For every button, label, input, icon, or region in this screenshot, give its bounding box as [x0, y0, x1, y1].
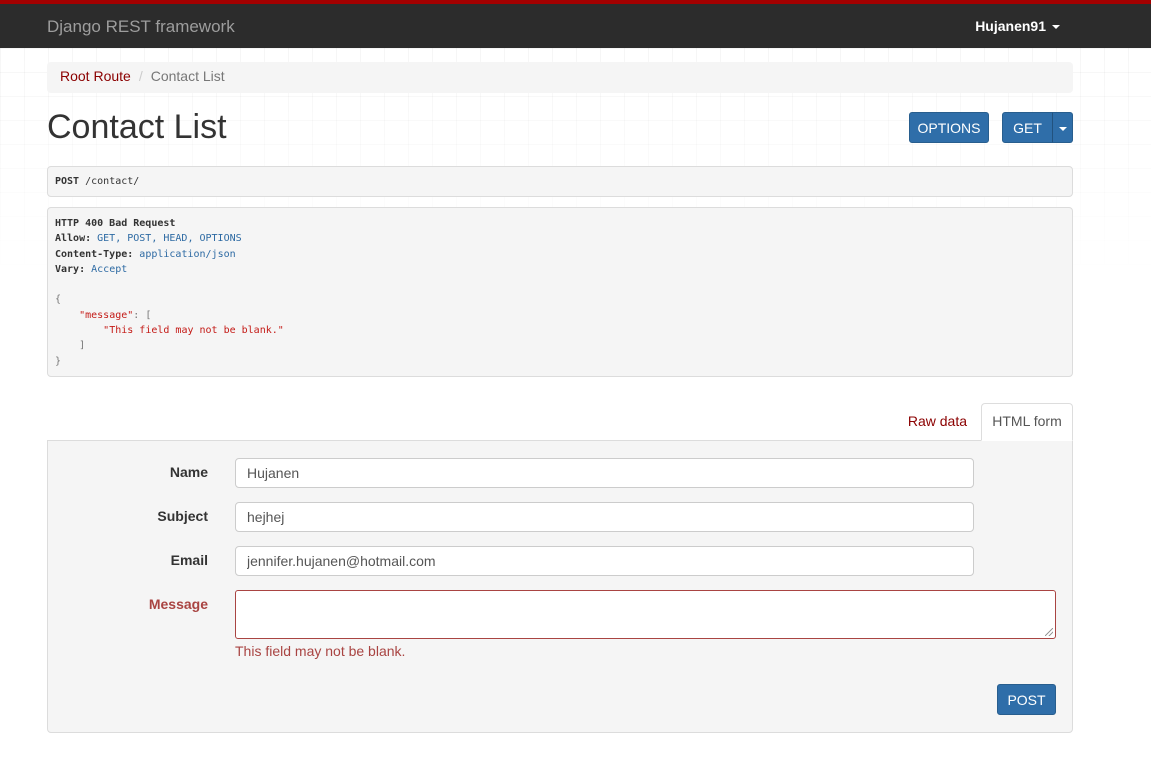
breadcrumb-current: Contact List [150, 68, 225, 84]
json-colon: : [133, 309, 146, 321]
request-method: POST [55, 176, 80, 187]
email-label: Email [170, 552, 208, 568]
response-header-name: Content-Type: [55, 248, 134, 260]
get-format-dropdown-toggle[interactable] [1052, 112, 1073, 143]
response-header-value: application/json [133, 248, 236, 260]
tab-raw-data[interactable]: Raw data [908, 413, 967, 429]
response-status: HTTP 400 Bad Request [55, 218, 176, 229]
request-info: POST /contact/ [47, 166, 1073, 197]
name-input[interactable] [235, 458, 974, 488]
request-path: /contact/ [79, 176, 140, 187]
response-header-value: Accept [85, 263, 128, 275]
subject-label: Subject [157, 508, 208, 524]
email-input[interactable] [235, 546, 974, 576]
message-error-text: This field may not be blank. [235, 643, 406, 659]
json-close-brace: } [55, 355, 62, 367]
get-button[interactable]: GET [1002, 112, 1053, 143]
json-key-message: "message" [79, 309, 134, 321]
message-textarea[interactable] [235, 590, 1056, 639]
resize-grip-icon[interactable] [1045, 628, 1053, 636]
options-button[interactable]: OPTIONS [909, 112, 989, 143]
page-title: Contact List [47, 108, 227, 146]
response-header-name: Allow: [55, 233, 92, 245]
html-form-panel: Name Subject Email Message This field ma… [47, 440, 1073, 733]
post-button[interactable]: POST [997, 684, 1056, 715]
breadcrumb: Root Route / Contact List [47, 62, 1073, 93]
user-menu[interactable]: Hujanen91 [975, 18, 1060, 34]
navbar: Django REST framework Hujanen91 [0, 0, 1151, 48]
message-label: Message [148, 596, 208, 612]
response-info: HTTP 400 Bad Request Allow: GET, POST, H… [47, 207, 1073, 377]
json-close-bracket: ] [79, 340, 86, 352]
navbar-brand[interactable]: Django REST framework [47, 17, 235, 37]
subject-input[interactable] [235, 502, 974, 532]
breadcrumb-root-route[interactable]: Root Route [60, 68, 131, 84]
name-label: Name [169, 464, 208, 480]
response-header-name: Vary: [55, 263, 86, 275]
response-header-value: GET, POST, HEAD, OPTIONS [91, 233, 242, 245]
json-error-string: "This field may not be blank." [103, 325, 284, 337]
json-open-bracket: [ [145, 309, 152, 321]
json-open-brace: { [55, 294, 62, 306]
caret-down-icon [1052, 25, 1060, 30]
tab-html-form[interactable]: HTML form [981, 403, 1073, 441]
breadcrumb-separator: / [138, 68, 143, 84]
user-name: Hujanen91 [975, 18, 1046, 34]
content-tabs: Raw data HTML form [47, 403, 1073, 441]
caret-down-icon [1059, 127, 1067, 132]
